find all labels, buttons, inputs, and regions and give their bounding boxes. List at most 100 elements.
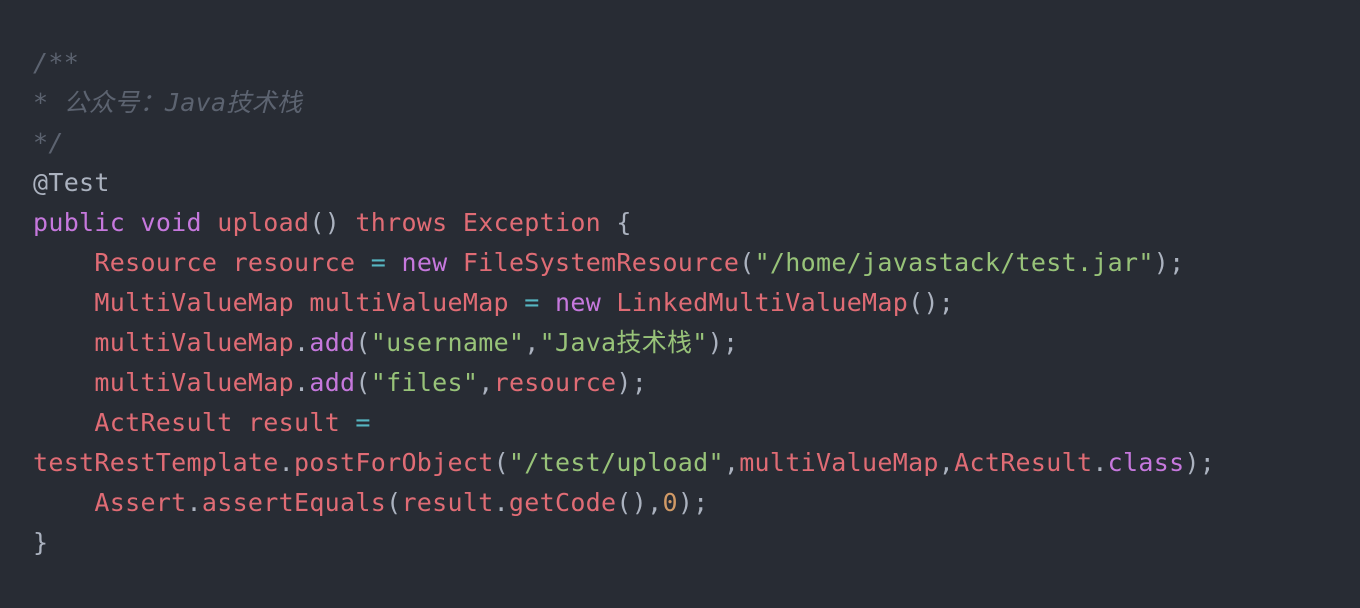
code-token-builtin: multiValueMap (94, 368, 294, 397)
code-token-punct: . (186, 488, 202, 517)
code-token-builtin: testRestTemplate (33, 448, 279, 477)
code-token-builtin: ActResult (954, 448, 1093, 477)
code-token-keyword: public (33, 208, 126, 237)
code-token-builtin: result (247, 408, 341, 437)
code-token-builtin: postForObject (293, 448, 494, 477)
code-token-punct: ( (355, 368, 371, 397)
code-token-punct: , (938, 448, 955, 477)
code-token-builtin: multiValueMap (309, 288, 509, 317)
code-token-builtin: ActResult (94, 408, 233, 437)
code-token-builtin: throws (355, 208, 448, 237)
code-token-builtin: FileSystemResource (462, 248, 740, 277)
code-token-punct: ); (1153, 248, 1185, 277)
code-token-operator: = (370, 248, 387, 277)
code-line: multiValueMap.add("username","Java技术栈"); (33, 323, 1360, 363)
code-line: Resource resource = new FileSystemResour… (33, 243, 1360, 283)
code-token-punct: . (493, 488, 509, 517)
code-line: * 公众号：Java技术栈 (33, 83, 1360, 123)
code-token-punct: . (1092, 448, 1108, 477)
code-line: public void upload() throws Exception { (33, 203, 1360, 243)
code-token-string: "Java技术栈" (539, 328, 708, 357)
code-line: @Test (33, 163, 1360, 203)
code-token-keyword: new (555, 288, 602, 317)
code-token-builtin: resource (232, 248, 356, 277)
code-token-builtin: Assert (94, 488, 187, 517)
code-token-punct: } (33, 528, 49, 557)
code-token-operator: = (524, 288, 540, 317)
code-token-builtin: multiValueMap (94, 328, 294, 357)
code-token-builtin: getCode (508, 488, 617, 517)
code-token-punct: , (478, 368, 494, 397)
code-token-punct: , (524, 328, 540, 357)
code-line: MultiValueMap multiValueMap = new Linked… (33, 283, 1360, 323)
code-token-punct: , (723, 448, 740, 477)
code-token-string: "files" (370, 368, 479, 397)
code-line: testRestTemplate.postForObject("/test/up… (33, 443, 1360, 483)
code-token-comment: */ (33, 128, 64, 157)
code-line: Assert.assertEquals(result.getCode(),0); (33, 483, 1360, 523)
code-line: multiValueMap.add("files",resource); (33, 363, 1360, 403)
code-token-builtin: result (401, 488, 494, 517)
code-token-punct: ); (1184, 448, 1216, 477)
code-token-keyword: add (309, 328, 356, 357)
code-token-string: "/test/upload" (508, 448, 724, 477)
code-token-punct: (), (616, 488, 663, 517)
code-token-punct: . (293, 368, 310, 397)
code-token-punct: ( (386, 488, 402, 517)
code-token-builtin: Resource (94, 248, 218, 277)
code-token-punct: () (309, 208, 341, 237)
code-token-operator: = (355, 408, 371, 437)
code-token-punct: ( (355, 328, 371, 357)
code-token-plain: @Test (33, 168, 110, 197)
code-lines: /** * 公众号：Java技术栈 */ @Test public void uploa… (33, 43, 1360, 563)
code-token-punct: ); (707, 328, 739, 357)
code-token-punct: { (601, 208, 632, 237)
code-line: } (33, 523, 1360, 563)
code-token-punct: . (278, 448, 294, 477)
code-line: */ (33, 123, 1360, 163)
code-token-punct: (); (908, 288, 955, 317)
code-token-comment: * 公众号：Java技术栈 (33, 88, 303, 117)
code-token-string: "username" (370, 328, 525, 357)
code-token-builtin: multiValueMap (739, 448, 939, 477)
code-block: /** * 公众号：Java技术栈 */ @Test public void uploa… (0, 0, 1360, 608)
code-token-punct: ( (493, 448, 509, 477)
code-token-punct: ( (739, 248, 755, 277)
code-token-keyword: add (309, 368, 356, 397)
code-token-punct: ); (677, 488, 709, 517)
code-token-keyword: new (401, 248, 448, 277)
code-token-keyword: void (140, 208, 202, 237)
code-token-comment: /** (33, 48, 80, 77)
code-token-builtin: resource (493, 368, 617, 397)
code-token-builtin: Exception (462, 208, 602, 237)
code-token-punct: . (293, 328, 310, 357)
code-token-keyword: class (1107, 448, 1185, 477)
code-token-builtin: upload (217, 208, 310, 237)
code-line: ActResult result = (33, 403, 1360, 443)
code-token-number: 0 (662, 488, 678, 517)
code-token-builtin: LinkedMultiValueMap (616, 288, 909, 317)
code-token-punct: ); (616, 368, 648, 397)
code-token-builtin: MultiValueMap (94, 288, 294, 317)
code-line: /** (33, 43, 1360, 83)
code-token-builtin: assertEquals (201, 488, 387, 517)
